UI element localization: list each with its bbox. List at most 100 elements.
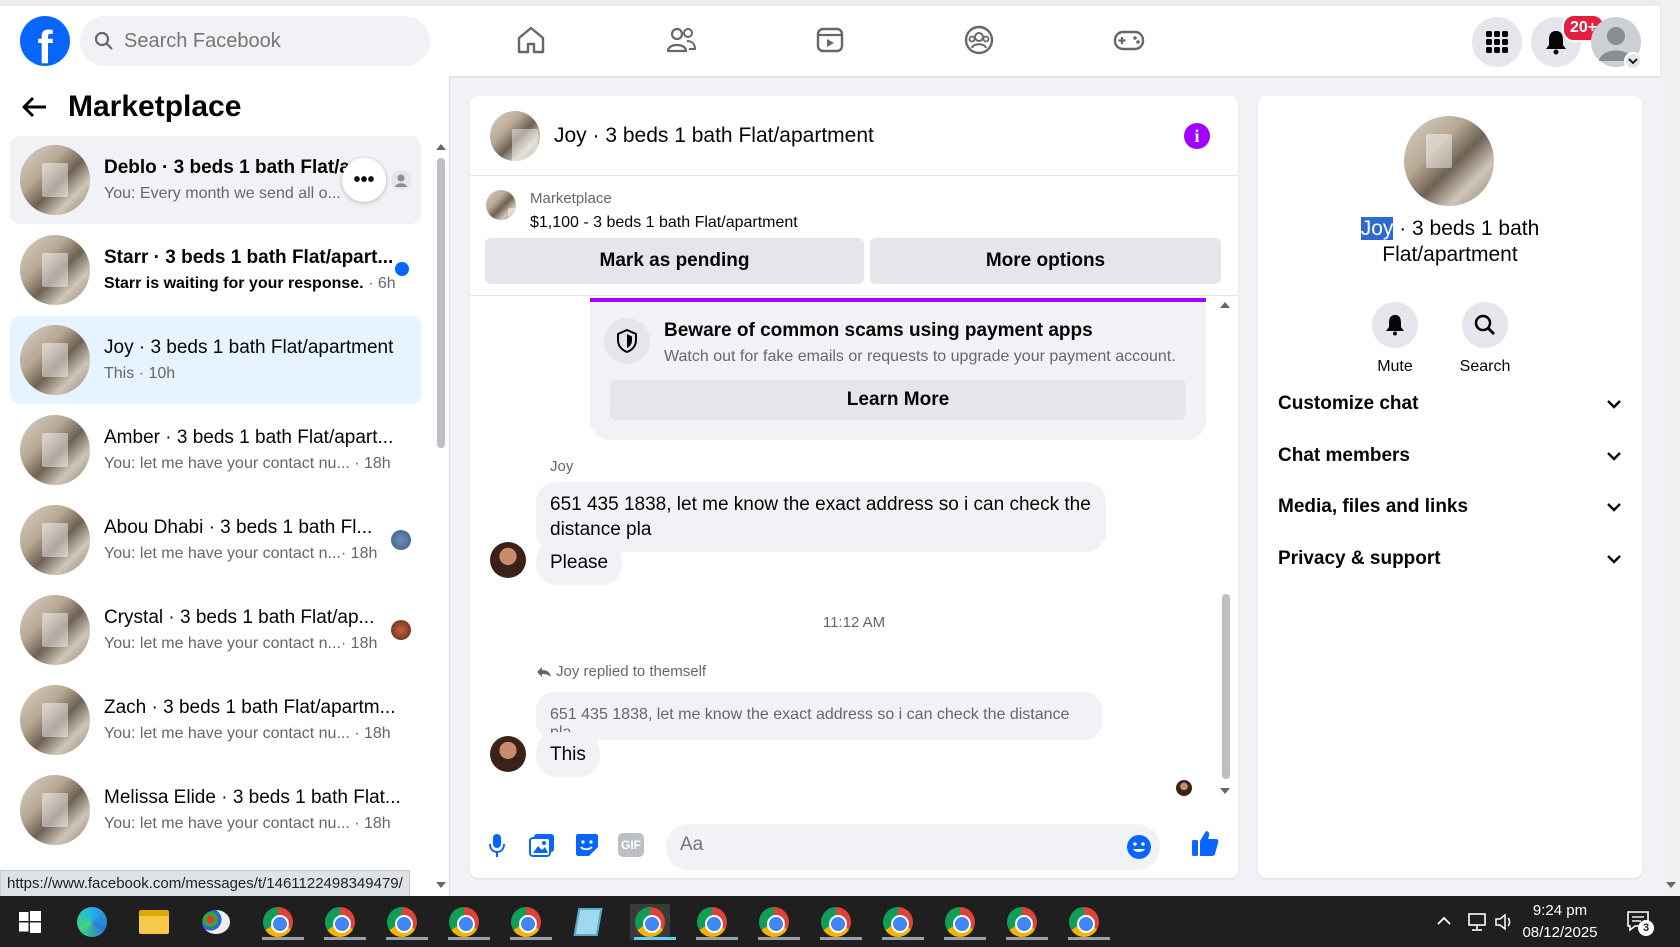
photo-icon[interactable] (527, 830, 557, 860)
chat-title[interactable]: Joy · 3 beds 1 bath Flat/apartment (554, 124, 874, 148)
notification-center-icon[interactable]: 3 (1626, 910, 1654, 936)
chrome-profile-icon[interactable] (878, 904, 924, 940)
bell-icon[interactable] (1372, 302, 1418, 348)
search-box[interactable] (80, 16, 430, 66)
conversation-item[interactable]: Deblo · 3 beds 1 bath Flat/ap You: Every … (10, 136, 421, 224)
chrome-profile-icon[interactable] (382, 904, 428, 940)
video-icon[interactable] (807, 20, 853, 60)
network-icon[interactable] (1466, 912, 1488, 932)
quoted-message[interactable]: 651 435 1838, let me know the exact addr… (536, 692, 1102, 741)
windows-start-icon[interactable] (10, 904, 50, 940)
chrome-profile-icon[interactable] (754, 904, 800, 940)
paint-app-icon[interactable] (196, 904, 236, 940)
info-icon[interactable]: i (1184, 123, 1210, 149)
notepad-icon[interactable] (568, 904, 608, 940)
chrome-profile-icon[interactable] (320, 904, 366, 940)
message-composer: GIF (470, 816, 1238, 878)
scroll-up-arrow-icon[interactable] (435, 142, 447, 152)
mute-action[interactable]: Mute (1350, 302, 1440, 376)
message-bubble[interactable]: This (536, 732, 600, 777)
chat-panel: Joy · 3 beds 1 bath Flat/apartment i Mar… (470, 96, 1238, 878)
message-input[interactable] (680, 834, 1100, 856)
message-bubble[interactable]: 651 435 1838, let me know the exact addr… (536, 482, 1106, 552)
groups-icon[interactable] (956, 20, 1002, 60)
chrome-profile-icon-active[interactable] (630, 904, 676, 940)
search-icon[interactable] (1462, 302, 1508, 348)
conversation-item[interactable]: Abou Dhabi · 3 beds 1 bath Fl... You: let… (10, 496, 421, 584)
reply-arrow-icon (537, 666, 551, 677)
volume-icon[interactable] (1494, 912, 1516, 932)
search-input[interactable] (124, 29, 404, 53)
mark-as-pending-button[interactable]: Mark as pending (485, 238, 864, 284)
chrome-profile-icon[interactable] (444, 904, 490, 940)
scam-warning-description: Watch out for fake emails or requests to… (664, 348, 1176, 365)
message-list: Beware of common scams using payment app… (470, 296, 1238, 796)
chrome-profile-icon[interactable] (940, 904, 986, 940)
message-sender: Joy (550, 458, 574, 475)
gaming-icon[interactable] (1106, 20, 1152, 60)
search-action[interactable]: Search (1440, 302, 1530, 376)
contact-avatar[interactable] (1404, 116, 1494, 206)
conversation-item[interactable]: Starr · 3 beds 1 bath Flat/apart... Starr… (10, 226, 421, 314)
scroll-down-arrow-icon[interactable] (1665, 880, 1677, 890)
shield-icon (604, 318, 650, 364)
thumbs-up-icon[interactable] (1190, 828, 1220, 858)
conversation-item-selected[interactable]: Joy · 3 beds 1 bath Flat/apartment This ·… (10, 316, 421, 404)
chat-header: Joy · 3 beds 1 bath Flat/apartment i (470, 96, 1238, 176)
sidebar-scrollbar[interactable] (434, 140, 447, 888)
conversation-name: Joy · 3 beds 1 bath Flat/apartment (104, 337, 394, 358)
chrome-profile-icon[interactable] (258, 904, 304, 940)
back-arrow-icon[interactable] (22, 96, 48, 118)
customize-chat-row[interactable]: Customize chat (1278, 384, 1622, 424)
conversation-item[interactable]: Zach · 3 beds 1 bath Flat/apartm... You: … (10, 676, 421, 764)
gif-icon[interactable]: GIF (616, 830, 646, 860)
scroll-down-arrow-icon[interactable] (1219, 786, 1231, 796)
scroll-up-arrow-icon[interactable] (1219, 300, 1231, 310)
sticker-icon[interactable] (572, 830, 602, 860)
scrollbar-thumb[interactable] (437, 158, 445, 448)
home-icon[interactable] (508, 20, 554, 60)
sender-avatar[interactable] (490, 542, 526, 578)
conversation-item[interactable]: Amber · 3 beds 1 bath Flat/apart... You: … (10, 406, 421, 494)
chat-avatar[interactable] (490, 110, 540, 161)
message-input-wrapper[interactable] (666, 824, 1160, 870)
conversation-name: Starr · 3 beds 1 bath Flat/apart... (104, 247, 394, 268)
chrome-profile-icon[interactable] (1002, 904, 1048, 940)
emoji-icon[interactable] (1126, 834, 1152, 860)
chat-members-row[interactable]: Chat members (1278, 436, 1622, 476)
conversation-item[interactable]: Crystal · 3 beds 1 bath Flat/ap... You: l… (10, 586, 421, 674)
scroll-down-arrow-icon[interactable] (435, 880, 447, 890)
account-chevron-icon[interactable] (1624, 52, 1642, 70)
page-scrollbar[interactable] (1662, 0, 1680, 896)
privacy-support-row[interactable]: Privacy & support (1278, 539, 1622, 579)
menu-grid-icon[interactable] (1472, 17, 1522, 67)
chat-scrollbar[interactable] (1218, 300, 1232, 800)
learn-more-button[interactable]: Learn More (610, 380, 1186, 420)
listing-thumbnail (20, 145, 90, 215)
listing-price[interactable]: $1,100 - 3 beds 1 bath Flat/apartment (530, 214, 798, 232)
show-hidden-icons-chevron-icon[interactable] (1436, 916, 1452, 926)
listing-thumbnail[interactable] (486, 190, 516, 220)
taskbar-clock[interactable]: 9:24 pm 08/12/2025 (1520, 900, 1600, 944)
facebook-logo[interactable]: f (20, 16, 70, 66)
chrome-profile-icon[interactable] (816, 904, 862, 940)
friends-icon[interactable] (658, 20, 704, 60)
message-bubble[interactable]: Please (536, 540, 623, 585)
conversation-item[interactable]: Melissa Elide · 3 beds 1 bath Flat... You… (10, 766, 421, 854)
listing-thumbnail (20, 325, 90, 395)
more-options-button[interactable]: More options (870, 238, 1221, 284)
media-files-links-row[interactable]: Media, files and links (1278, 487, 1622, 527)
chrome-profile-icon[interactable] (692, 904, 738, 940)
microphone-icon[interactable] (482, 830, 512, 860)
more-options-button[interactable]: ••• (342, 158, 386, 202)
edge-browser-icon[interactable] (72, 904, 112, 940)
listing-thumbnail (20, 595, 90, 665)
chrome-profile-icon[interactable] (506, 904, 552, 940)
page-title: Marketplace (68, 90, 242, 123)
file-explorer-icon[interactable] (134, 904, 174, 940)
listing-thumbnail (20, 775, 90, 845)
chrome-profile-icon[interactable] (1064, 904, 1110, 940)
read-receipt-avatar (1176, 780, 1192, 796)
scrollbar-thumb[interactable] (1222, 594, 1230, 779)
sender-avatar[interactable] (490, 736, 526, 772)
